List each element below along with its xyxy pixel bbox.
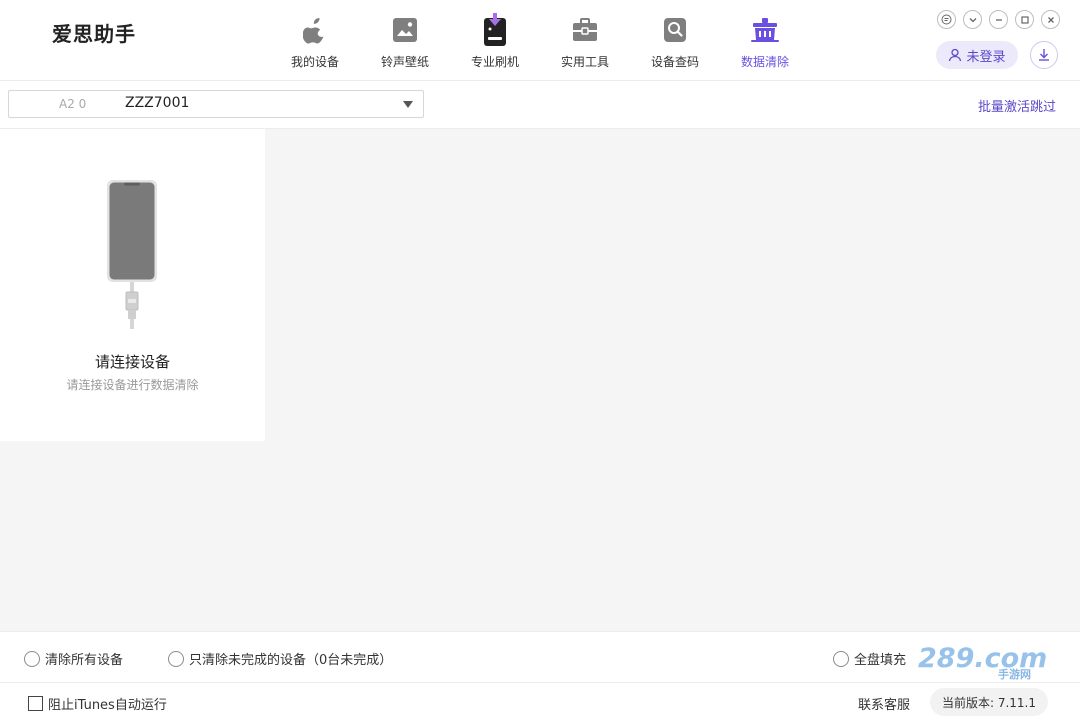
nav-label: 设备查码 bbox=[650, 55, 699, 69]
nav-data-erase[interactable]: 数据清除 bbox=[720, 0, 810, 80]
maximize-icon[interactable] bbox=[1015, 10, 1034, 29]
nav-ringtone-wallpaper[interactable]: 铃声壁纸 bbox=[360, 0, 450, 80]
clear-all-radio[interactable]: 清除所有设备 bbox=[24, 649, 123, 668]
full-fill-radio[interactable]: 全盘填充 bbox=[833, 649, 906, 668]
device-select-value: ZZZ7001 bbox=[125, 95, 190, 111]
nav-label: 我的设备 bbox=[290, 55, 339, 69]
device-select-prefix: A2 0 bbox=[59, 97, 87, 111]
watermark-sub: 手游网 bbox=[998, 667, 1031, 680]
device-card: 请连接设备 请连接设备进行数据清除 bbox=[0, 129, 265, 441]
block-itunes-label: 阻止iTunes自动运行 bbox=[48, 698, 167, 713]
apple-icon bbox=[299, 14, 331, 46]
radio-circle bbox=[168, 650, 184, 667]
nav-label: 铃声壁纸 bbox=[380, 55, 429, 69]
block-itunes-checkbox[interactable]: 阻止iTunes自动运行 bbox=[28, 694, 167, 713]
login-button[interactable]: 未登录 bbox=[936, 41, 1018, 69]
nav-my-device[interactable]: 我的设备 bbox=[270, 0, 360, 80]
erase-data-icon bbox=[749, 14, 781, 46]
flash-device-icon bbox=[479, 13, 511, 46]
title-bar: 爱思助手 我的设备 铃声壁纸 专业刷机 实用工具 设备查码 数据清除 未登录 bbox=[0, 0, 1080, 81]
chevron-down-icon bbox=[403, 101, 413, 108]
device-select[interactable]: A2 0 ZZZ7001 bbox=[8, 90, 424, 118]
login-label: 未登录 bbox=[966, 49, 1006, 65]
version-badge: 当前版本: 7.11.1 bbox=[930, 688, 1048, 716]
close-icon[interactable] bbox=[1041, 10, 1060, 29]
radio-circle bbox=[833, 650, 849, 667]
toolbox-icon bbox=[569, 14, 601, 46]
footer: 阻止iTunes自动运行 联系客服 当前版本: 7.11.1 bbox=[0, 682, 1080, 721]
batch-activate-skip-link[interactable]: 批量激活跳过 bbox=[978, 96, 1056, 115]
nav-label: 实用工具 bbox=[560, 55, 609, 69]
connect-device-subtitle: 请连接设备进行数据清除 bbox=[66, 378, 199, 392]
main-nav: 我的设备 铃声壁纸 专业刷机 实用工具 设备查码 数据清除 bbox=[270, 0, 810, 80]
download-button[interactable] bbox=[1030, 41, 1058, 69]
dropdown-icon[interactable] bbox=[963, 10, 982, 29]
app-window: 爱思助手 我的设备 铃声壁纸 专业刷机 实用工具 设备查码 数据清除 未登录 A… bbox=[0, 0, 1080, 721]
device-bar: A2 0 ZZZ7001 批量激活跳过 bbox=[0, 81, 1080, 129]
app-logo: 爱思助手 bbox=[52, 22, 136, 46]
image-icon bbox=[389, 14, 421, 46]
main-area: 请连接设备 请连接设备进行数据清除 bbox=[0, 129, 1080, 631]
download-icon bbox=[1039, 49, 1049, 61]
contact-support-link[interactable]: 联系客服 bbox=[858, 694, 910, 713]
nav-label: 数据清除 bbox=[740, 55, 789, 69]
radio-circle bbox=[24, 650, 40, 667]
window-controls bbox=[937, 10, 1060, 29]
full-fill-label: 全盘填充 bbox=[854, 653, 907, 668]
nav-tools[interactable]: 实用工具 bbox=[540, 0, 630, 80]
clear-unfinished-radio[interactable]: 只清除未完成的设备（0台未完成） bbox=[168, 649, 392, 668]
erase-options: 清除所有设备 只清除未完成的设备（0台未完成） 全盘填充 289.com 手游网 bbox=[0, 631, 1080, 682]
clear-all-label: 清除所有设备 bbox=[45, 653, 124, 668]
phone-with-cable-icon bbox=[107, 180, 157, 329]
nav-label: 专业刷机 bbox=[470, 55, 519, 69]
user-icon bbox=[949, 48, 962, 62]
clear-unfinished-label: 只清除未完成的设备（0台未完成） bbox=[189, 653, 393, 668]
watermark-logo: 289.com 手游网 bbox=[918, 643, 1047, 680]
connect-device-title: 请连接设备 bbox=[94, 353, 170, 371]
feedback-icon[interactable] bbox=[937, 10, 956, 29]
search-device-icon bbox=[659, 14, 691, 46]
nav-device-lookup[interactable]: 设备查码 bbox=[630, 0, 720, 80]
checkbox-box bbox=[28, 696, 43, 711]
minimize-icon[interactable] bbox=[989, 10, 1008, 29]
nav-flash[interactable]: 专业刷机 bbox=[450, 0, 540, 80]
